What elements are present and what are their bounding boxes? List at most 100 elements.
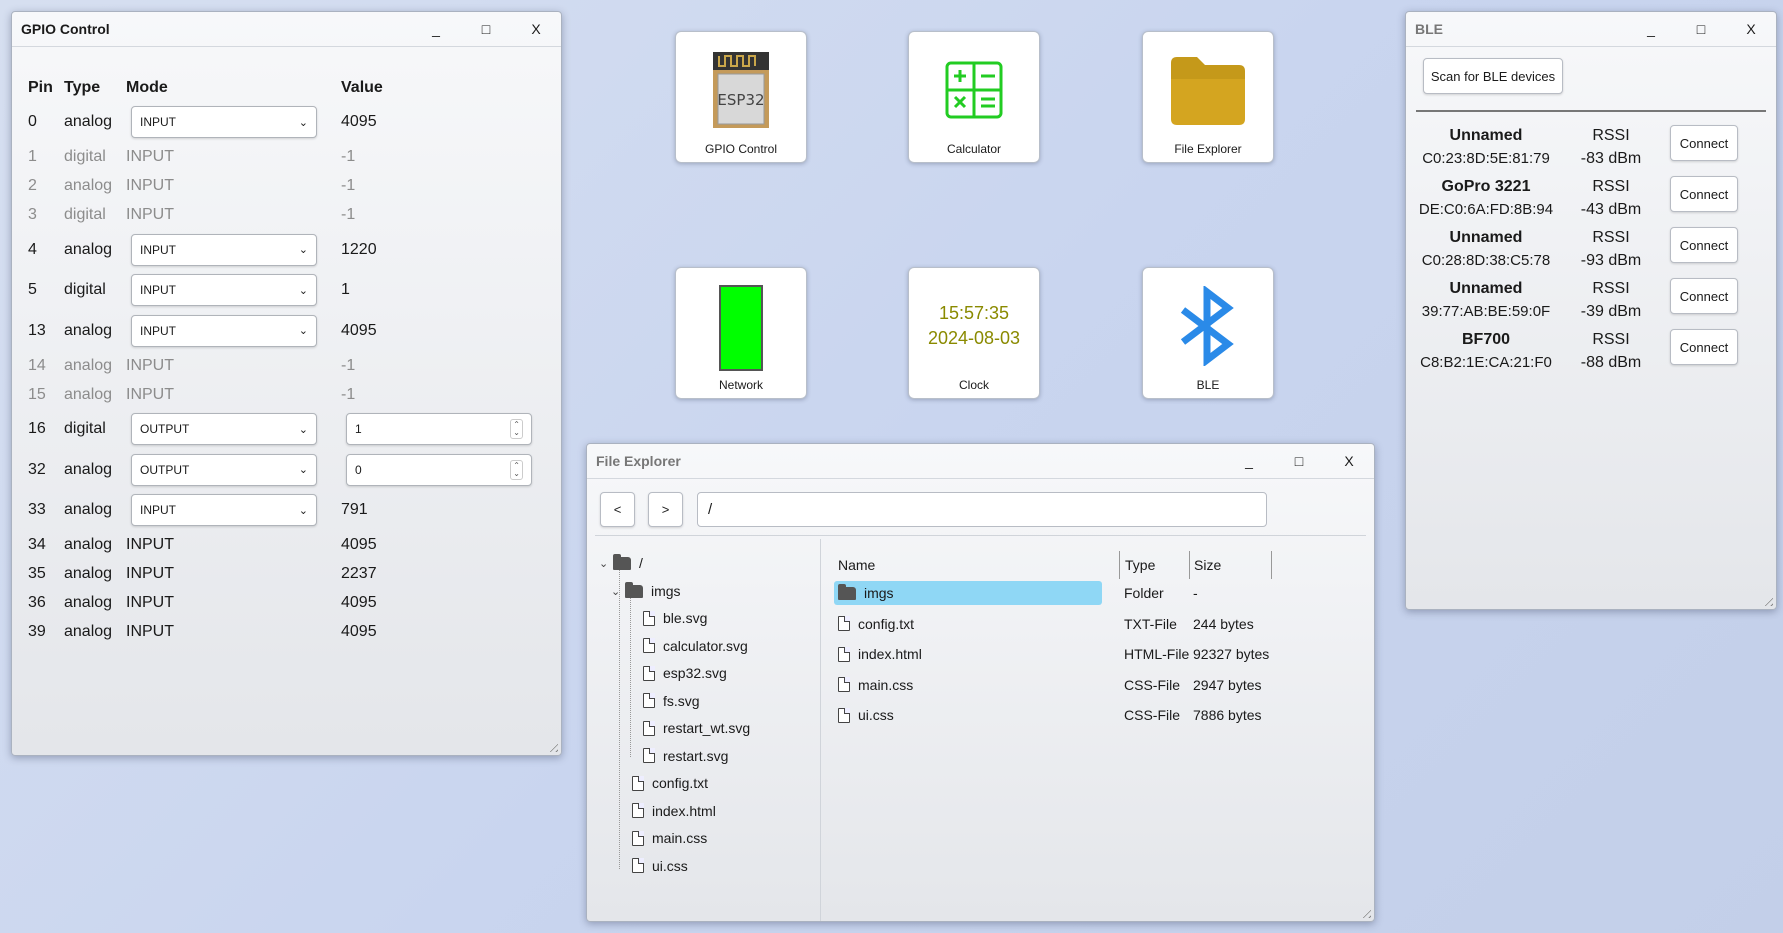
- tree-file[interactable]: calculator.svg: [643, 634, 748, 658]
- stepper-arrows-icon[interactable]: ⌃ ⌄: [510, 459, 523, 480]
- column-separator[interactable]: [1119, 551, 1120, 579]
- desktop-icon-ble[interactable]: BLE: [1142, 267, 1274, 399]
- value-stepper[interactable]: 1 ⌃ ⌄: [346, 413, 532, 446]
- desktop-icon-gpio-control[interactable]: ESP32 GPIO Control: [675, 31, 807, 163]
- scan-ble-button[interactable]: Scan for BLE devices: [1423, 58, 1563, 94]
- file-name-cell[interactable]: config.txt: [834, 612, 1102, 636]
- file-row[interactable]: config.txt TXT-File 244 bytes: [834, 612, 1274, 636]
- maximize-button[interactable]: □: [1676, 21, 1726, 37]
- value-cell: 4095: [341, 322, 541, 340]
- tree-file[interactable]: ui.css: [632, 854, 688, 878]
- file-row[interactable]: imgs Folder -: [834, 581, 1274, 605]
- maximize-button[interactable]: □: [1274, 453, 1324, 469]
- column-separator[interactable]: [1271, 551, 1272, 579]
- divider: [1416, 110, 1766, 112]
- mode-select-value: INPUT: [140, 283, 176, 298]
- file-name-cell[interactable]: main.css: [834, 673, 1102, 697]
- file-icon: [838, 677, 850, 692]
- file-row[interactable]: index.html HTML-File 92327 bytes: [834, 642, 1274, 666]
- rssi-value: -93 dBm: [1580, 252, 1642, 269]
- folder-icon: [1143, 42, 1273, 138]
- column-header-size[interactable]: Size: [1194, 553, 1221, 577]
- value-cell: 4095: [341, 594, 541, 612]
- mode-text: INPUT: [126, 206, 174, 223]
- tree-label: /: [639, 555, 643, 571]
- stepper-arrows-icon[interactable]: ⌃ ⌄: [510, 419, 523, 440]
- mode-header: Mode: [126, 79, 168, 96]
- window-title: BLE: [1415, 21, 1443, 37]
- tree-node-imgs[interactable]: ⌄ imgs: [611, 579, 681, 603]
- mode-select[interactable]: INPUT ⌄: [131, 106, 317, 139]
- file-row[interactable]: main.css CSS-File 2947 bytes: [834, 673, 1274, 697]
- close-button[interactable]: X: [1726, 21, 1776, 37]
- close-button[interactable]: X: [511, 21, 561, 37]
- tree-file[interactable]: config.txt: [632, 771, 708, 795]
- column-header-type[interactable]: Type: [1125, 553, 1155, 577]
- file-name-cell[interactable]: index.html: [834, 642, 1102, 666]
- tree-file[interactable]: restart_wt.svg: [643, 716, 750, 740]
- mode-select[interactable]: OUTPUT ⌄: [131, 413, 317, 446]
- desktop-icon-clock[interactable]: 15:57:35 2024-08-03 Clock: [908, 267, 1040, 399]
- back-button[interactable]: <: [600, 492, 635, 527]
- tree-file[interactable]: index.html: [632, 799, 716, 823]
- connect-button[interactable]: Connect: [1670, 176, 1738, 212]
- pin-value: 4095: [341, 113, 377, 131]
- minimize-button[interactable]: _: [1224, 453, 1274, 469]
- device-mac: 39:77:AB:BE:59:0F: [1421, 303, 1551, 320]
- column-header-name[interactable]: Name: [838, 553, 875, 577]
- value-cell: 791: [341, 501, 541, 519]
- connect-button[interactable]: Connect: [1670, 227, 1738, 263]
- file-name-cell[interactable]: imgs: [834, 581, 1102, 605]
- close-button[interactable]: X: [1324, 453, 1374, 469]
- mode-select[interactable]: INPUT ⌄: [131, 233, 317, 266]
- pin-number: 16: [28, 420, 46, 438]
- mode-select[interactable]: INPUT ⌄: [131, 274, 317, 307]
- desktop-icon-calculator[interactable]: Calculator: [908, 31, 1040, 163]
- folder-icon: [613, 553, 631, 570]
- tree-node-root[interactable]: ⌄ /: [599, 551, 643, 575]
- connect-button[interactable]: Connect: [1670, 278, 1738, 314]
- tree-file[interactable]: ble.svg: [643, 606, 707, 630]
- file-row[interactable]: ui.css CSS-File 7886 bytes: [834, 703, 1274, 727]
- tree-file[interactable]: main.css: [632, 826, 707, 850]
- path-input[interactable]: /: [697, 492, 1267, 527]
- mode-text: INPUT: [126, 177, 174, 194]
- device-mac: C0:28:8D:38:C5:78: [1421, 252, 1551, 269]
- gpio-titlebar[interactable]: GPIO Control _ □ X: [12, 12, 561, 47]
- tree-file[interactable]: restart.svg: [643, 744, 728, 768]
- file-name-cell[interactable]: ui.css: [834, 703, 1102, 727]
- desktop-icon-network[interactable]: Network: [675, 267, 807, 399]
- chevron-down-icon[interactable]: ⌄: [599, 557, 613, 570]
- connect-button[interactable]: Connect: [1670, 329, 1738, 365]
- device-mac: C8:B2:1E:CA:21:F0: [1420, 354, 1552, 371]
- mode-select[interactable]: INPUT ⌄: [131, 494, 317, 527]
- file-type: HTML-File: [1124, 646, 1190, 662]
- column-separator[interactable]: [1189, 551, 1190, 579]
- file-icon: [643, 610, 655, 626]
- mode-select[interactable]: INPUT ⌄: [131, 314, 317, 347]
- chevron-down-icon[interactable]: ⌄: [611, 585, 625, 598]
- mode-cell: INPUT ⌄: [126, 274, 341, 307]
- resize-grip[interactable]: [1761, 594, 1773, 606]
- minimize-button[interactable]: _: [1626, 21, 1676, 37]
- minimize-button[interactable]: _: [411, 21, 461, 37]
- file-icon: [838, 616, 850, 631]
- mode-select[interactable]: OUTPUT ⌄: [131, 453, 317, 486]
- forward-button[interactable]: >: [648, 492, 683, 527]
- value-cell: 4095: [341, 113, 541, 131]
- tree-label: ble.svg: [663, 610, 708, 626]
- desktop-icon-file-explorer[interactable]: File Explorer: [1142, 31, 1274, 163]
- maximize-button[interactable]: □: [461, 21, 511, 37]
- value-stepper[interactable]: 0 ⌃ ⌄: [346, 453, 532, 486]
- device-name: GoPro 3221: [1441, 178, 1531, 195]
- ble-titlebar[interactable]: BLE _ □ X: [1406, 12, 1776, 47]
- rssi-label: RSSI: [1592, 229, 1630, 246]
- mode-cell: INPUT ⌄: [126, 106, 341, 139]
- tree-file[interactable]: fs.svg: [643, 689, 700, 713]
- resize-grip[interactable]: [546, 740, 558, 752]
- file-type: Folder: [1124, 585, 1164, 601]
- explorer-titlebar[interactable]: File Explorer _ □ X: [587, 444, 1374, 479]
- value-cell: -1: [341, 177, 541, 195]
- tree-file[interactable]: esp32.svg: [643, 661, 727, 685]
- connect-button[interactable]: Connect: [1670, 125, 1738, 161]
